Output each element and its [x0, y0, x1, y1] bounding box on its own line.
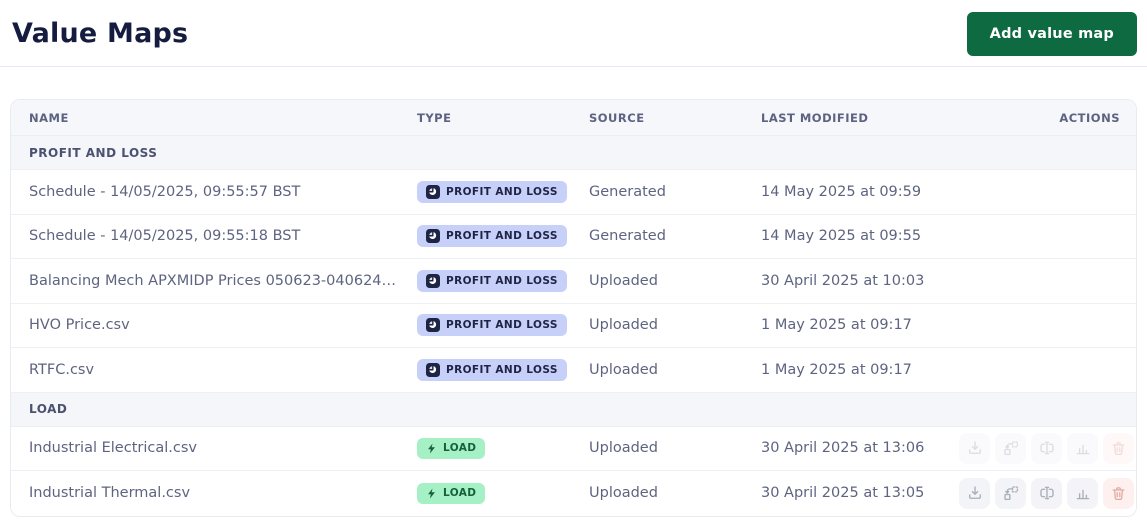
delete-icon[interactable] [1103, 433, 1134, 464]
row-source: Generated [571, 228, 743, 244]
row-last-modified: 1 May 2025 at 09:17 [743, 317, 959, 333]
table-row[interactable]: Industrial Thermal.csv LOAD Uploaded 30 … [11, 471, 1136, 516]
add-value-map-button[interactable]: Add value map [967, 12, 1137, 56]
rename-icon[interactable] [1031, 433, 1062, 464]
row-source: Uploaded [571, 317, 743, 333]
value-maps-table: NAME TYPE SOURCE LAST MODIFIED ACTIONS P… [10, 99, 1137, 517]
chart-icon[interactable] [1067, 478, 1098, 509]
pie-chart-icon [426, 363, 440, 377]
transform-icon[interactable] [995, 478, 1026, 509]
type-badge-profit-and-loss: PROFIT AND LOSS [417, 225, 567, 247]
section-header-profit-and-loss: PROFIT AND LOSS [11, 136, 1136, 170]
delete-icon[interactable] [1103, 478, 1134, 509]
row-source: Generated [571, 184, 743, 200]
row-name: RTFC.csv [11, 362, 399, 378]
pie-chart-icon [426, 318, 440, 332]
rename-icon[interactable] [1031, 478, 1062, 509]
row-source: Uploaded [571, 362, 743, 378]
transform-icon[interactable] [995, 433, 1026, 464]
row-last-modified: 14 May 2025 at 09:59 [743, 184, 959, 200]
row-name: Schedule - 14/05/2025, 09:55:57 BST [11, 184, 399, 200]
column-header-actions: ACTIONS [959, 111, 1136, 125]
section-header-load: LOAD [11, 393, 1136, 427]
table-header-row: NAME TYPE SOURCE LAST MODIFIED ACTIONS [11, 100, 1136, 136]
table-row[interactable]: RTFC.csv PROFIT AND LOSS Uploaded 1 May … [11, 348, 1136, 393]
download-icon[interactable] [959, 478, 990, 509]
type-badge-profit-and-loss: PROFIT AND LOSS [417, 314, 567, 336]
page-header: Value Maps Add value map [0, 0, 1147, 67]
row-last-modified: 30 April 2025 at 10:03 [743, 273, 959, 289]
type-badge-profit-and-loss: PROFIT AND LOSS [417, 270, 567, 292]
column-header-name: NAME [11, 111, 399, 125]
row-name: Industrial Electrical.csv [11, 440, 399, 456]
row-last-modified: 1 May 2025 at 09:17 [743, 362, 959, 378]
column-header-source: SOURCE [571, 111, 743, 125]
lightning-bolt-icon [426, 487, 437, 500]
download-icon[interactable] [959, 433, 990, 464]
row-last-modified: 30 April 2025 at 13:05 [743, 485, 959, 501]
table-row[interactable]: HVO Price.csv PROFIT AND LOSS Uploaded 1… [11, 304, 1136, 349]
row-last-modified: 14 May 2025 at 09:55 [743, 228, 959, 244]
pie-chart-icon [426, 274, 440, 288]
column-header-last-modified: LAST MODIFIED [743, 111, 959, 125]
pie-chart-icon [426, 229, 440, 243]
column-header-type: TYPE [399, 111, 571, 125]
row-name: HVO Price.csv [11, 317, 399, 333]
row-source: Uploaded [571, 440, 743, 456]
row-source: Uploaded [571, 485, 743, 501]
table-row[interactable]: Schedule - 14/05/2025, 09:55:18 BST PROF… [11, 215, 1136, 260]
type-badge-load: LOAD [417, 483, 485, 504]
table-row[interactable]: Schedule - 14/05/2025, 09:55:57 BST PROF… [11, 170, 1136, 215]
pie-chart-icon [426, 185, 440, 199]
row-name: Balancing Mech APXMIDP Prices 050623-040… [11, 273, 399, 289]
row-name: Industrial Thermal.csv [11, 485, 399, 501]
type-badge-profit-and-loss: PROFIT AND LOSS [417, 181, 567, 203]
lightning-bolt-icon [426, 442, 437, 455]
chart-icon[interactable] [1067, 433, 1098, 464]
type-badge-profit-and-loss: PROFIT AND LOSS [417, 359, 567, 381]
row-source: Uploaded [571, 273, 743, 289]
table-row[interactable]: Industrial Electrical.csv LOAD Uploaded … [11, 427, 1136, 472]
row-last-modified: 30 April 2025 at 13:06 [743, 440, 959, 456]
type-badge-load: LOAD [417, 438, 485, 459]
row-name: Schedule - 14/05/2025, 09:55:18 BST [11, 228, 399, 244]
table-row[interactable]: Balancing Mech APXMIDP Prices 050623-040… [11, 259, 1136, 304]
